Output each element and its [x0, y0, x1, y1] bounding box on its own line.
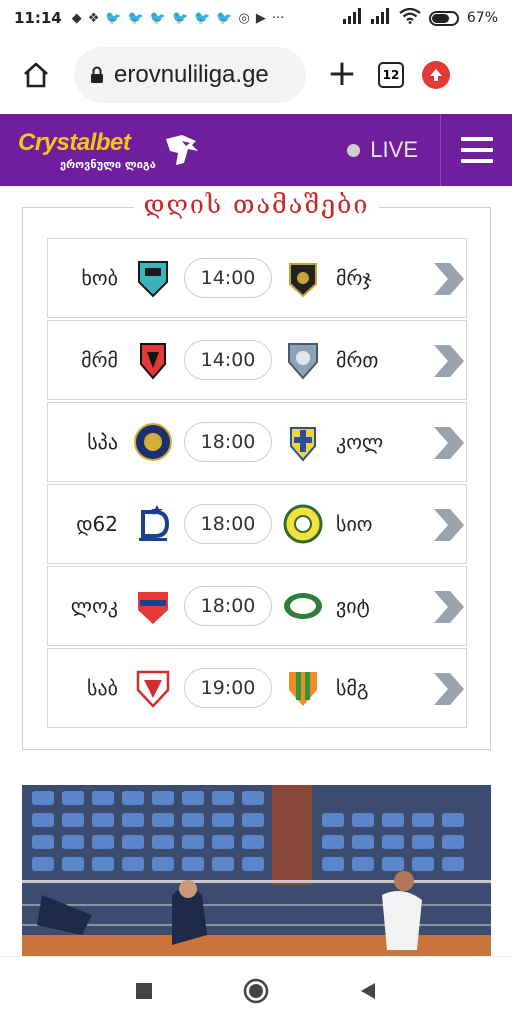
match-time: 19:00 — [184, 668, 272, 708]
wifi-icon — [399, 7, 421, 28]
away-team-name: მრჯ — [336, 266, 372, 290]
team-logo-icon — [132, 585, 174, 627]
instagram-icon: ◎ — [238, 10, 250, 26]
match-time: 18:00 — [184, 504, 272, 544]
news-photo[interactable] — [22, 785, 491, 956]
away-team-name: კოლ — [336, 430, 384, 454]
twitter-icon: 🐦 — [127, 10, 144, 26]
match-time: 18:00 — [184, 422, 272, 462]
live-label: LIVE — [370, 137, 418, 162]
horse-head-icon — [165, 135, 198, 165]
home-team-name: საბ — [87, 676, 118, 700]
menu-button[interactable] — [440, 114, 512, 186]
home-nav-button[interactable] — [243, 978, 269, 1004]
team-logo-icon — [282, 257, 324, 299]
team-logo-icon — [282, 667, 324, 709]
twitter-icon: 🐦 — [216, 10, 233, 26]
home-team-name: სპა — [87, 430, 118, 454]
status-bar: 11:14 ◆ ❖ 🐦 🐦 🐦 🐦 🐦 🐦 ◎ ▶ ··· 67% — [0, 0, 512, 36]
square-icon — [136, 982, 152, 999]
away-team-name: სიო — [336, 512, 373, 536]
team-logo-icon — [282, 503, 324, 545]
chevron-right-icon[interactable] — [430, 259, 466, 299]
match-time: 18:00 — [184, 586, 272, 626]
update-button[interactable] — [422, 61, 450, 89]
logo-main-text: Crystalbet — [18, 129, 131, 156]
team-logo-icon — [282, 339, 324, 381]
team-logo-icon — [132, 257, 174, 299]
back-button[interactable] — [355, 978, 381, 1004]
signal-icon — [342, 8, 363, 28]
match-row[interactable]: დ62 18:00 სიო — [47, 484, 467, 564]
battery-percent: 67% — [466, 10, 498, 26]
away-team-name: სმგ — [336, 676, 369, 700]
chevron-right-icon[interactable] — [430, 587, 466, 627]
dropbox-icon: ❖ — [87, 10, 100, 26]
home-team-name: ლოკ — [70, 594, 118, 618]
recents-button[interactable] — [131, 978, 157, 1004]
home-icon — [24, 62, 48, 88]
away-team-name: მრთ — [336, 348, 379, 372]
lock-icon — [91, 66, 103, 83]
twitter-icon: 🐦 — [171, 10, 189, 26]
home-team-name: მრმ — [81, 348, 118, 372]
new-tab-button[interactable]: + — [324, 56, 360, 93]
more-icon: ··· — [271, 10, 285, 26]
away-team-name: ვიტ — [336, 594, 370, 618]
match-row[interactable]: სპა 18:00 კოლ — [47, 402, 467, 482]
team-logo-icon — [132, 339, 174, 381]
home-team-name: ხობ — [81, 266, 118, 290]
live-dot-icon — [347, 143, 361, 157]
logo-sub-text: ეროვნული ლიგა — [60, 158, 156, 171]
site-logo[interactable]: Crystalbet ეროვნული ლიგა — [0, 129, 230, 171]
match-row[interactable]: ხობ 14:00 მრჯ — [47, 238, 467, 318]
site-header: Crystalbet ეროვნული ლიგა LIVE — [0, 114, 512, 186]
tab-switcher-button[interactable]: 12 — [378, 62, 404, 88]
team-logo-icon — [132, 421, 174, 463]
triangle-back-icon — [361, 982, 375, 999]
daily-games-panel: დღის თამაშები ხობ 14:00 მრჯ მრმ 14:00 მრ… — [22, 190, 491, 750]
team-logo-icon — [132, 503, 174, 545]
match-time: 14:00 — [184, 340, 272, 380]
match-time: 14:00 — [184, 258, 272, 298]
twitter-icon: 🐦 — [105, 10, 122, 26]
match-row[interactable]: ლოკ 18:00 ვიტ — [47, 566, 467, 646]
circle-icon — [243, 978, 269, 1003]
network-icon: ◆ — [71, 10, 82, 26]
android-nav-bar — [0, 956, 512, 1024]
signal-icon — [370, 8, 391, 28]
twitter-icon: 🐦 — [149, 10, 166, 26]
chevron-right-icon[interactable] — [430, 341, 466, 381]
team-logo-icon — [282, 421, 324, 463]
twitter-icon: 🐦 — [194, 10, 211, 26]
url-text: erovnuliliga.ge — [114, 61, 269, 88]
hamburger-icon — [460, 137, 493, 163]
chevron-right-icon[interactable] — [430, 669, 466, 709]
team-logo-icon — [282, 585, 324, 627]
daily-games-title: დღის თამაშები — [133, 190, 380, 219]
status-time: 11:14 — [14, 9, 62, 27]
home-team-name: დ62 — [76, 512, 118, 536]
live-link[interactable]: LIVE — [347, 114, 440, 186]
browser-toolbar: erovnuliliga.ge + 12 — [0, 36, 512, 114]
home-button[interactable] — [16, 55, 56, 95]
youtube-icon: ▶ — [255, 10, 266, 26]
address-bar[interactable]: erovnuliliga.ge — [74, 47, 306, 103]
chevron-right-icon[interactable] — [430, 423, 466, 463]
chevron-right-icon[interactable] — [430, 505, 466, 545]
match-row[interactable]: საბ 19:00 სმგ — [47, 648, 467, 728]
arrow-up-icon — [430, 69, 442, 81]
battery-icon — [428, 10, 459, 26]
team-logo-icon — [132, 667, 174, 709]
match-row[interactable]: მრმ 14:00 მრთ — [47, 320, 467, 400]
